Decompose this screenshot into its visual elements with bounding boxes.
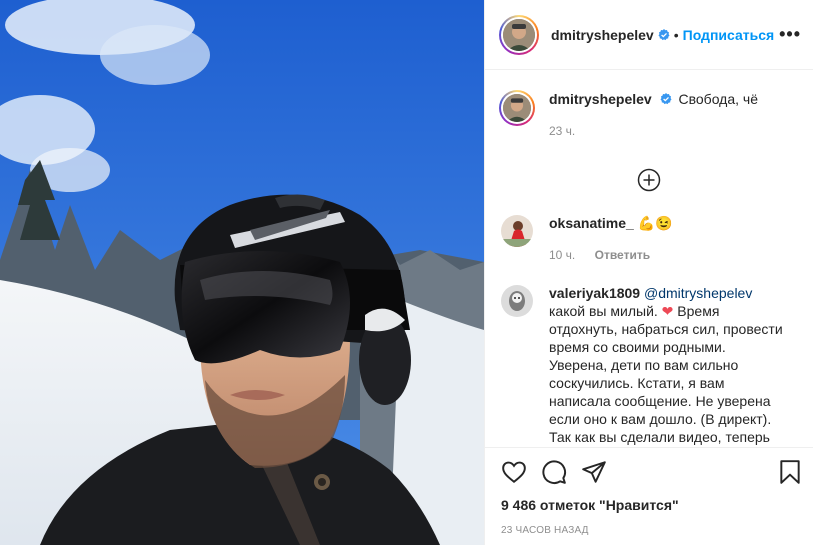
comment-body: oksanatime_ 💪😉 10 ч. Ответить — [549, 214, 673, 264]
post-side-panel: dmitryshepelev • Подписаться ••• dmitrys… — [484, 0, 813, 545]
comment-text: 💪😉 — [637, 215, 673, 231]
post-modal: dmitryshepelev • Подписаться ••• dmitrys… — [0, 0, 813, 545]
post-timestamp[interactable]: 23 часов назад — [485, 525, 813, 545]
comments-list[interactable]: dmitryshepelev Свобода, чё 23 ч. oksanat… — [485, 70, 813, 447]
commenter-avatar[interactable] — [501, 215, 533, 247]
author-username[interactable]: dmitryshepelev — [551, 27, 654, 43]
comment-text-part1: какой вы милый. — [549, 303, 662, 319]
verified-badge-icon — [658, 28, 670, 40]
author-avatar — [503, 18, 535, 51]
caption-body: dmitryshepelev Свобода, чё 23 ч. — [549, 90, 758, 140]
follow-button[interactable]: Подписаться — [683, 27, 775, 43]
heart-icon[interactable] — [501, 459, 527, 485]
selfie-image — [0, 0, 484, 545]
comment-mention[interactable]: @dmitryshepelev — [644, 285, 752, 301]
bookmark-icon[interactable] — [777, 459, 803, 485]
caption-meta: 23 ч. — [549, 122, 758, 140]
comment-item: valeriyak1809 @dmitryshepelev какой вы м… — [485, 284, 813, 447]
author-avatar-story-ring[interactable] — [499, 14, 539, 55]
share-icon[interactable] — [581, 459, 607, 485]
comment-item: oksanatime_ 💪😉 10 ч. Ответить — [485, 214, 813, 264]
likes-count[interactable]: 9 486 отметок "Нравится" — [485, 497, 813, 513]
load-more-comments[interactable] — [485, 168, 813, 192]
caption-row: dmitryshepelev Свобода, чё 23 ч. — [485, 90, 813, 140]
commenter-avatar[interactable] — [501, 285, 533, 317]
comment-time[interactable]: 10 ч. — [549, 248, 575, 262]
comment-icon[interactable] — [541, 459, 567, 485]
caption-username[interactable]: dmitryshepelev — [549, 91, 652, 107]
caption-avatar — [503, 94, 531, 122]
comment-text-part2: Время отдохнуть, набраться сил, провести… — [549, 303, 783, 445]
heart-emoji: ❤ — [661, 303, 674, 319]
more-options-icon[interactable]: ••• — [779, 24, 801, 45]
post-actions — [485, 447, 813, 495]
post-header: dmitryshepelev • Подписаться ••• — [485, 0, 813, 70]
comment-body: valeriyak1809 @dmitryshepelev какой вы м… — [549, 284, 785, 447]
caption-avatar-ring[interactable] — [499, 90, 535, 126]
reply-button[interactable]: Ответить — [595, 248, 650, 262]
caption-time[interactable]: 23 ч. — [549, 124, 575, 138]
commenter-username[interactable]: oksanatime_ — [549, 215, 634, 231]
plus-circle-icon[interactable] — [637, 168, 661, 192]
verified-badge-icon — [660, 93, 672, 105]
caption-text: Свобода, чё — [678, 91, 759, 107]
commenter-username[interactable]: valeriyak1809 — [549, 285, 640, 301]
comment-meta: 10 ч. Ответить — [549, 246, 673, 264]
separator-dot: • — [673, 26, 679, 43]
post-photo[interactable] — [0, 0, 484, 545]
